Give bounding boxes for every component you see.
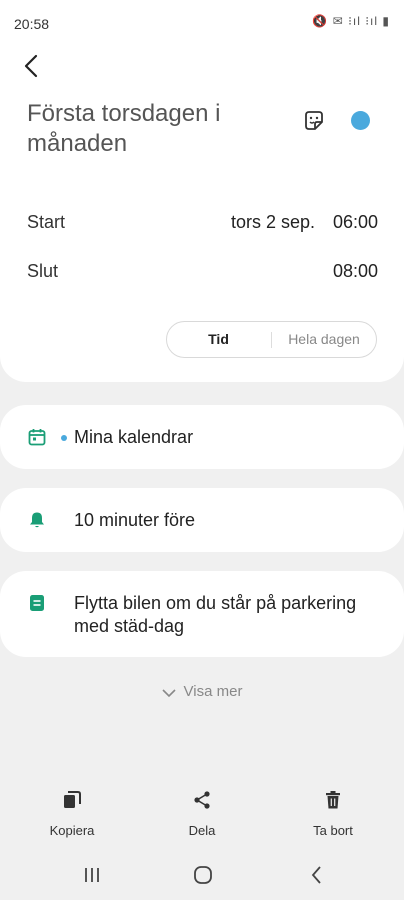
back-arrow-icon[interactable] [18, 52, 46, 80]
note-text: Flytta bilen om du står på parkering med… [74, 593, 357, 636]
event-title[interactable]: Första torsdagen i månaden [27, 99, 277, 159]
sticker-icon[interactable] [303, 110, 325, 132]
status-bar: 20:58 🔇 ✉ ⁝ıl ⁝ıl ▮ [0, 0, 404, 48]
share-icon [194, 791, 210, 809]
show-more-button[interactable]: Visa mer [0, 683, 404, 700]
note-card[interactable]: Flytta bilen om du står på parkering med… [0, 571, 404, 657]
end-label: Slut [27, 261, 59, 281]
time-allday-toggle: Tid Hela dagen [166, 321, 377, 358]
back-nav-icon[interactable] [305, 863, 329, 887]
share-label: Dela [188, 823, 216, 838]
copy-label: Kopiera [49, 823, 95, 838]
start-time[interactable]: 06:00 [333, 212, 378, 233]
reminder-card[interactable]: 10 minuter före [0, 488, 404, 552]
delete-button[interactable]: Ta bort [278, 790, 388, 838]
calendar-card[interactable]: Mina kalendrar [0, 405, 404, 469]
reminder-text: 10 minuter före [74, 510, 196, 530]
system-navigation-bar [0, 850, 404, 900]
home-icon[interactable] [191, 863, 215, 887]
toggle-option-time[interactable]: Tid [167, 322, 270, 357]
delete-label: Ta bort [313, 823, 353, 838]
trash-icon [326, 791, 340, 809]
end-time[interactable]: 08:00 [333, 261, 378, 282]
status-icons: 🔇 ✉ ⁝ıl ⁝ıl ▮ [312, 14, 390, 28]
status-time: 20:58 [14, 16, 50, 32]
show-more-label: Visa mer [183, 683, 243, 700]
chevron-down-icon [161, 689, 176, 698]
bell-icon [30, 512, 44, 528]
start-label: Start [27, 212, 66, 232]
event-color-picker[interactable] [351, 111, 370, 130]
copy-icon [64, 791, 81, 808]
toggle-option-all-day[interactable]: Hela dagen [272, 322, 376, 357]
recent-apps-icon[interactable] [80, 863, 104, 887]
calendar-name: Mina kalendrar [74, 427, 194, 447]
calendar-icon [28, 429, 46, 446]
copy-button[interactable]: Kopiera [17, 790, 127, 838]
share-button[interactable]: Dela [147, 790, 257, 838]
start-date[interactable]: tors 2 sep. [231, 212, 315, 233]
calendar-color-dot [61, 435, 67, 441]
note-icon [30, 595, 44, 611]
